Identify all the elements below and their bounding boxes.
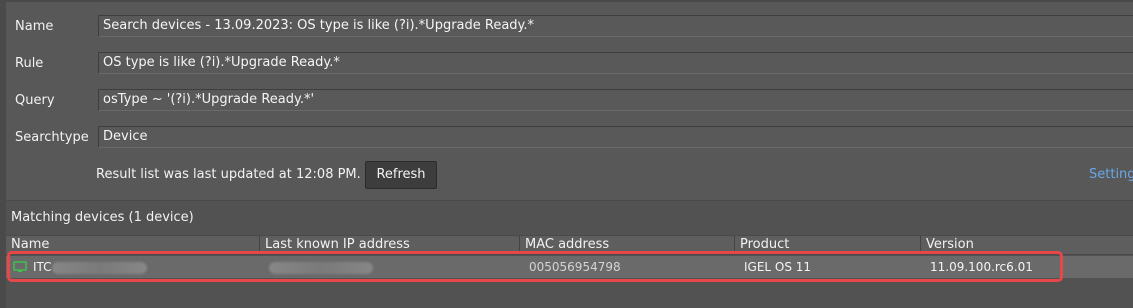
highlight-box (7, 251, 1063, 282)
query-label: Query (15, 93, 55, 108)
name-field[interactable]: Search devices - 13.09.2023: OS type is … (98, 15, 1133, 37)
last-updated-text: Result list was last updated at 12:08 PM… (96, 167, 361, 182)
searchtype-label: Searchtype (15, 130, 89, 145)
name-label: Name (15, 19, 54, 34)
rule-field[interactable]: OS type is like (?i).*Upgrade Ready.* (98, 52, 1133, 74)
search-panel: Name Search devices - 13.09.2023: OS typ… (0, 0, 1133, 308)
refresh-button[interactable]: Refresh (365, 161, 437, 189)
results-title: Matching devices (1 device) (11, 210, 194, 225)
settings-link[interactable]: Settings (1089, 166, 1133, 184)
rule-label: Rule (15, 56, 44, 71)
top-border (6, 0, 1133, 2)
searchtype-field[interactable]: Device (98, 126, 1133, 148)
query-field[interactable]: osType ~ '(?i).*Upgrade Ready.*' (98, 89, 1133, 111)
